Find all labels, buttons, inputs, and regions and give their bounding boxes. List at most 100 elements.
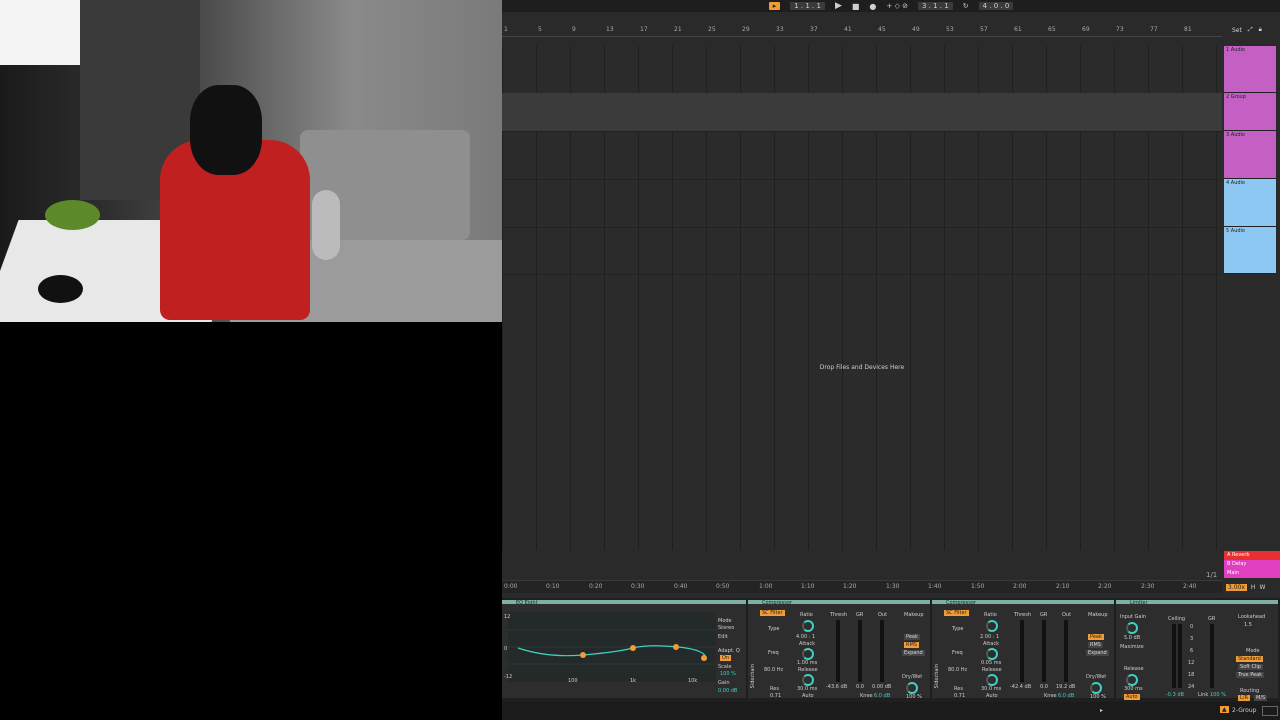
- auto-release[interactable]: Auto: [986, 693, 998, 699]
- knee-value[interactable]: 6.0 dB: [1058, 693, 1074, 699]
- link-value[interactable]: 100 %: [1210, 692, 1226, 698]
- play-icon[interactable]: ▸: [1100, 707, 1103, 714]
- release-knob[interactable]: [802, 674, 814, 686]
- thresh-meter[interactable]: [836, 620, 840, 682]
- attack-knob[interactable]: [802, 648, 814, 660]
- adapt-q-toggle[interactable]: On: [720, 655, 732, 661]
- auto-release[interactable]: Auto: [802, 693, 814, 699]
- expand-icon[interactable]: ⤢: [1248, 26, 1253, 34]
- thresh-value[interactable]: -43.6 dB: [826, 684, 847, 690]
- res-value[interactable]: 0.71: [954, 693, 965, 699]
- release-knob[interactable]: [986, 674, 998, 686]
- play-icon[interactable]: ▶: [835, 1, 842, 11]
- arrangement-view[interactable]: [502, 46, 1222, 550]
- height-toggle[interactable]: H: [1251, 584, 1256, 591]
- ceiling-meter[interactable]: [1172, 624, 1176, 688]
- drywet-value[interactable]: 100 %: [1090, 694, 1106, 700]
- compressor-device-2[interactable]: Compressor SC Filter Type Freq 80.0 Hz R…: [932, 600, 1114, 700]
- record-icon[interactable]: ●: [869, 2, 876, 11]
- panel-toggle[interactable]: [1262, 706, 1278, 716]
- set-button[interactable]: Set: [1232, 27, 1242, 34]
- true-peak-button[interactable]: True Peak: [1236, 672, 1265, 678]
- sc-filter-toggle[interactable]: SC Filter: [760, 610, 785, 616]
- auto-release-button[interactable]: Auto: [1124, 694, 1140, 700]
- peak-button[interactable]: Peak: [904, 634, 920, 640]
- track-header[interactable]: 1 Audio: [1224, 46, 1276, 93]
- sc-filter-toggle[interactable]: SC Filter: [944, 610, 969, 616]
- makeup-button[interactable]: Makeup: [1088, 612, 1108, 618]
- automation-icons[interactable]: + ◇ ⊘: [886, 2, 908, 10]
- loop-start[interactable]: 3 . 1 . 1: [917, 2, 953, 10]
- release-knob[interactable]: [1126, 674, 1138, 686]
- main-track[interactable]: Main: [1224, 569, 1280, 578]
- input-gain-value[interactable]: 5.0 dB: [1124, 635, 1140, 641]
- loop-icon[interactable]: ↻: [963, 2, 969, 10]
- maximize-button[interactable]: Maximize: [1120, 644, 1144, 650]
- input-gain-knob[interactable]: [1126, 622, 1138, 634]
- limiter-device[interactable]: Limiter Input Gain 5.0 dB Maximize Relea…: [1116, 600, 1278, 701]
- lock-icon[interactable]: 🔒︎: [1259, 26, 1262, 34]
- ratio-value[interactable]: 2.00 : 1: [980, 634, 999, 640]
- thresh-meter[interactable]: [1020, 620, 1024, 682]
- track-lane[interactable]: [502, 131, 1222, 180]
- knee-value[interactable]: 6.0 dB: [874, 693, 890, 699]
- return-track-reverb[interactable]: A Reverb: [1224, 551, 1280, 560]
- out-value[interactable]: 0.00 dB: [872, 684, 891, 690]
- res-value[interactable]: 0.71: [770, 693, 781, 699]
- eq-eight-device[interactable]: EQ Eight 12 0 -12 100 1k 10k Mode Stereo…: [502, 600, 746, 698]
- attack-value[interactable]: 1.00 ms: [797, 660, 817, 666]
- makeup-button[interactable]: Makeup: [904, 612, 924, 618]
- expand-button[interactable]: Expand: [1086, 650, 1109, 656]
- track-header[interactable]: 2 Group: [1224, 93, 1276, 131]
- zoom-value[interactable]: 3.00x: [1226, 583, 1247, 591]
- track-lane[interactable]: [502, 179, 1222, 228]
- release-value[interactable]: 30.0 ms: [981, 686, 1001, 692]
- beat-ruler[interactable]: 1 5 9 13 17 21 25 29 33 37 41 45 49 53 5…: [502, 24, 1222, 37]
- expand-button[interactable]: Expand: [902, 650, 925, 656]
- song-position[interactable]: 1 . 1 . 1: [790, 2, 825, 10]
- return-track-delay[interactable]: B Delay: [1224, 560, 1280, 569]
- eq-graph[interactable]: [508, 612, 716, 682]
- soft-clip-button[interactable]: Soft Clip: [1238, 664, 1263, 670]
- track-lane[interactable]: [502, 46, 1222, 94]
- track-lane[interactable]: [502, 227, 1222, 275]
- follow-button[interactable]: ▸: [768, 2, 781, 10]
- out-value[interactable]: 19.2 dB: [1056, 684, 1075, 690]
- attack-knob[interactable]: [986, 648, 998, 660]
- release-value[interactable]: 300 ms: [1124, 686, 1143, 692]
- lookahead-value[interactable]: 1.5: [1244, 622, 1252, 628]
- drywet-value[interactable]: 100 %: [906, 694, 922, 700]
- ceiling-value[interactable]: -0.3 dB: [1166, 692, 1184, 698]
- out-meter[interactable]: [880, 620, 884, 682]
- scale-value[interactable]: 100 %: [720, 671, 736, 677]
- gain-value[interactable]: 0.00 dB: [718, 688, 737, 694]
- ratio-knob[interactable]: [986, 620, 998, 632]
- mode-select[interactable]: Stereo: [718, 625, 734, 631]
- width-toggle[interactable]: W: [1259, 584, 1265, 591]
- release-value[interactable]: 30.0 ms: [797, 686, 817, 692]
- routing-ms[interactable]: M/S: [1254, 695, 1268, 701]
- routing-lr[interactable]: L/R: [1238, 695, 1250, 701]
- track-header[interactable]: 5 Audio: [1224, 227, 1276, 274]
- mode-standard[interactable]: Standard: [1236, 656, 1263, 662]
- ratio-knob[interactable]: [802, 620, 814, 632]
- rms-button[interactable]: RMS: [904, 642, 919, 648]
- loop-length[interactable]: 4 . 0 . 0: [978, 2, 1014, 10]
- time-mark: 0:40: [674, 583, 688, 590]
- stop-icon[interactable]: ■: [852, 2, 860, 11]
- track-header[interactable]: 3 Audio: [1224, 131, 1276, 179]
- out-meter[interactable]: [1064, 620, 1068, 682]
- ratio-value[interactable]: 4.00 : 1: [796, 634, 815, 640]
- compressor-device-1[interactable]: Compressor SC Filter Type Freq 80.0 Hz R…: [748, 600, 930, 700]
- peak-button[interactable]: Peak: [1088, 634, 1104, 640]
- rms-button[interactable]: RMS: [1088, 642, 1103, 648]
- freq-value[interactable]: 80.0 Hz: [764, 667, 783, 673]
- drywet-knob[interactable]: [906, 682, 918, 694]
- thresh-value[interactable]: -42.4 dB: [1010, 684, 1031, 690]
- time-ruler[interactable]: 0:00 0:10 0:20 0:30 0:40 0:50 1:00 1:10 …: [502, 580, 1222, 593]
- freq-value[interactable]: 80.0 Hz: [948, 667, 967, 673]
- drywet-knob[interactable]: [1090, 682, 1102, 694]
- group-track-lane[interactable]: [502, 93, 1222, 132]
- attack-value[interactable]: 0.05 ms: [981, 660, 1001, 666]
- track-header[interactable]: 4 Audio: [1224, 179, 1276, 227]
